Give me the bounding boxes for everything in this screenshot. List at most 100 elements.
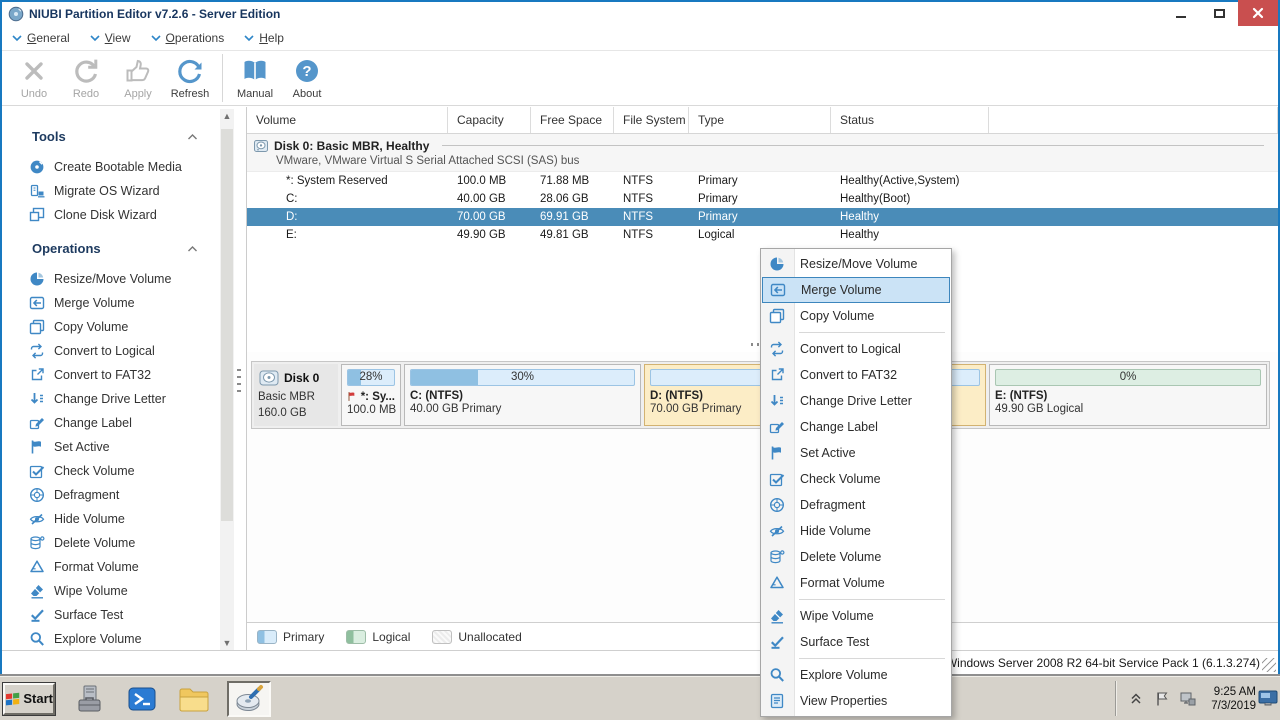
sidebar-item-defragment[interactable]: Defragment: [2, 483, 246, 507]
scroll-down-arrow[interactable]: ▼: [220, 636, 234, 650]
convert-logical-icon: [769, 341, 785, 357]
column-header-status[interactable]: Status: [831, 107, 989, 133]
column-header-capacity[interactable]: Capacity: [448, 107, 531, 133]
column-header-file-system[interactable]: File System: [614, 107, 689, 133]
partition-e[interactable]: 0% E: (NTFS) 49.90 GB Logical: [989, 364, 1267, 426]
menu-operations[interactable]: Operations: [151, 31, 225, 45]
menu-label: View: [105, 31, 131, 45]
context-item-change-label[interactable]: Change Label: [761, 414, 951, 440]
taskbar-item-powershell[interactable]: [125, 682, 159, 716]
context-item-convert-to-logical[interactable]: Convert to Logical: [761, 336, 951, 362]
copy-volume-icon: [769, 308, 785, 324]
resize-grip[interactable]: [1262, 658, 1276, 672]
sidebar-item-merge-volume[interactable]: Merge Volume: [2, 291, 246, 315]
table-row-c[interactable]: C: 40.00 GB 28.06 GB NTFS Primary Health…: [247, 190, 1278, 208]
sidebar-item-convert-to-logical[interactable]: Convert to Logical: [2, 339, 246, 363]
bootable-media-icon: [29, 159, 45, 175]
magnifier-icon: [769, 667, 785, 683]
sidebar-item-create-bootable-media[interactable]: Create Bootable Media: [2, 155, 246, 179]
disk0-info[interactable]: Disk 0 Basic MBR 160.0 GB: [254, 364, 338, 426]
sidebar-item-migrate-os-wizard[interactable]: Migrate OS Wizard: [2, 179, 246, 203]
redo-button[interactable]: Redo: [60, 51, 112, 105]
sidebar-item-change-label[interactable]: Change Label: [2, 411, 246, 435]
title-bar[interactable]: NIUBI Partition Editor v7.2.6 - Server E…: [2, 2, 1278, 26]
context-item-set-active[interactable]: Set Active: [761, 440, 951, 466]
context-item-change-drive-letter[interactable]: Change Drive Letter: [761, 388, 951, 414]
properties-icon: [769, 693, 785, 709]
sidebar-item-change-drive-letter[interactable]: Change Drive Letter: [2, 387, 246, 411]
action-center-flag-icon[interactable]: [1153, 690, 1171, 708]
thumbs-up-icon: [123, 56, 153, 86]
context-item-convert-to-fat32[interactable]: Convert to FAT32: [761, 362, 951, 388]
sidebar-section-tools[interactable]: Tools: [32, 129, 198, 144]
disk-group-row[interactable]: Disk 0: Basic MBR, Healthy VMware, VMwar…: [247, 134, 1278, 172]
sidebar-item-check-volume[interactable]: Check Volume: [2, 459, 246, 483]
usage-bar: 0%: [995, 369, 1261, 386]
sidebar-splitter[interactable]: [237, 369, 241, 395]
eye-slash-icon: [29, 511, 45, 527]
context-item-wipe-volume[interactable]: Wipe Volume: [761, 603, 951, 629]
partition-system-reserved[interactable]: 28% *: Sy... 100.0 MB: [341, 364, 401, 426]
scrollbar-thumb[interactable]: [221, 129, 233, 521]
about-button[interactable]: ? About: [281, 51, 333, 105]
sidebar-section-operations[interactable]: Operations: [32, 241, 198, 256]
sidebar-item-clone-disk-wizard[interactable]: Clone Disk Wizard: [2, 203, 246, 227]
sidebar-item-convert-to-fat32[interactable]: Convert to FAT32: [2, 363, 246, 387]
chevron-up-icon[interactable]: [187, 245, 198, 252]
column-header-type[interactable]: Type: [689, 107, 831, 133]
tray-clock[interactable]: 9:25 AM 7/3/2019: [1211, 685, 1256, 713]
menu-help[interactable]: Help: [244, 31, 284, 45]
context-item-merge-volume-highlighted[interactable]: Merge Volume: [762, 277, 950, 303]
sidebar-item-set-active[interactable]: Set Active: [2, 435, 246, 459]
scroll-up-arrow[interactable]: ▲: [220, 109, 234, 123]
sidebar-item-copy-volume[interactable]: Copy Volume: [2, 315, 246, 339]
table-row-e[interactable]: E: 49.90 GB 49.81 GB NTFS Logical Health…: [247, 226, 1278, 244]
refresh-button[interactable]: Refresh: [164, 51, 216, 105]
sidebar-item-surface-test[interactable]: Surface Test: [2, 603, 246, 627]
start-button[interactable]: Start: [3, 683, 55, 715]
context-item-surface-test[interactable]: Surface Test: [761, 629, 951, 655]
minimize-button[interactable]: [1162, 0, 1200, 26]
menu-general[interactable]: General: [12, 31, 70, 45]
sidebar-item-format-volume[interactable]: Format Volume: [2, 555, 246, 579]
sidebar-item-resize-move-volume[interactable]: Resize/Move Volume: [2, 267, 246, 291]
context-item-explore-volume[interactable]: Explore Volume: [761, 662, 951, 688]
column-header-free-space[interactable]: Free Space: [531, 107, 614, 133]
manual-button[interactable]: Manual: [229, 51, 281, 105]
context-item-copy-volume[interactable]: Copy Volume: [761, 303, 951, 329]
maximize-button[interactable]: [1200, 0, 1238, 26]
table-row-system-reserved[interactable]: *: System Reserved 100.0 MB 71.88 MB NTF…: [247, 172, 1278, 190]
apply-button[interactable]: Apply: [112, 51, 164, 105]
context-item-format-volume[interactable]: Format Volume: [761, 570, 951, 596]
context-item-view-properties[interactable]: View Properties: [761, 688, 951, 714]
chevron-up-icon[interactable]: [187, 133, 198, 140]
context-item-defragment[interactable]: Defragment: [761, 492, 951, 518]
format-volume-icon: [29, 559, 45, 575]
taskbar-item-niubi-active[interactable]: [227, 681, 271, 717]
context-item-resize-move-volume[interactable]: Resize/Move Volume: [761, 251, 951, 277]
close-button[interactable]: [1238, 0, 1278, 26]
context-item-delete-volume[interactable]: Delete Volume: [761, 544, 951, 570]
sidebar-item-delete-volume[interactable]: Delete Volume: [2, 531, 246, 555]
legend-primary: Primary: [257, 630, 324, 644]
taskbar-item-explorer[interactable]: [177, 682, 211, 716]
network-icon[interactable]: [1179, 690, 1197, 708]
context-item-check-volume[interactable]: Check Volume: [761, 466, 951, 492]
undo-button[interactable]: Undo: [8, 51, 60, 105]
partition-c[interactable]: 30% C: (NTFS) 40.00 GB Primary: [404, 364, 641, 426]
sidebar-item-explore-volume[interactable]: Explore Volume: [2, 627, 246, 651]
table-row-d-selected[interactable]: D: 70.00 GB 69.91 GB NTFS Primary Health…: [247, 208, 1278, 226]
wipe-volume-icon: [29, 583, 45, 599]
context-item-hide-volume[interactable]: Hide Volume: [761, 518, 951, 544]
menu-view[interactable]: View: [90, 31, 131, 45]
flag-icon: [29, 439, 45, 455]
column-header-volume[interactable]: Volume: [247, 107, 448, 133]
menu-separator: [799, 599, 945, 600]
sidebar-item-wipe-volume[interactable]: Wipe Volume: [2, 579, 246, 603]
sidebar-item-hide-volume[interactable]: Hide Volume: [2, 507, 246, 531]
sidebar-scrollbar[interactable]: ▲ ▼: [220, 109, 234, 650]
taskbar-item-server-manager[interactable]: [73, 682, 107, 716]
tray-expand-chevron-icon[interactable]: [1127, 690, 1145, 708]
display-tray-icon[interactable]: [1258, 689, 1278, 707]
disk-scheme: Basic MBR: [258, 390, 338, 404]
